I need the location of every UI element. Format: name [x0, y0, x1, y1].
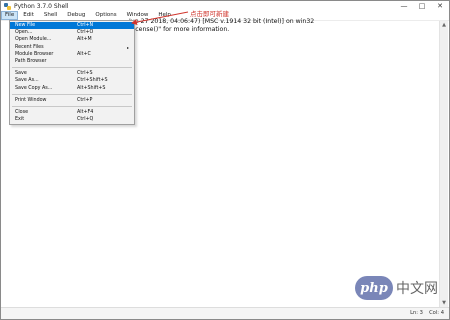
menu-item-label: Save — [15, 71, 27, 77]
menu-shell[interactable]: Shell — [39, 11, 62, 20]
menu-item-label: Print Window — [15, 97, 47, 103]
scroll-down-icon[interactable]: ▼ — [441, 300, 447, 306]
menu-item-label: Open... — [15, 30, 33, 36]
close-button[interactable]: ✕ — [431, 1, 449, 11]
column-number: Col: 4 — [429, 310, 444, 316]
menu-item-save[interactable]: Save Ctrl+S — [10, 70, 134, 77]
file-menu-dropdown: New File Ctrl+N Open... Ctrl+O Open Modu… — [9, 20, 135, 126]
minimize-button[interactable]: — — [395, 1, 413, 11]
menu-separator — [12, 93, 132, 95]
menu-edit[interactable]: Edit — [18, 11, 39, 20]
line-number: Ln: 3 — [410, 310, 423, 316]
menu-item-label: Path Browser — [15, 58, 47, 64]
watermark-text: 中文网 — [396, 281, 438, 297]
menu-item-module-browser[interactable]: Module Browser Alt+C — [10, 51, 134, 58]
menu-item-shortcut: Ctrl+O — [77, 30, 94, 36]
menu-debug[interactable]: Debug — [62, 11, 90, 20]
menu-item-label: Exit — [15, 117, 25, 123]
menu-item-label: Save Copy As... — [15, 85, 53, 91]
menu-item-open[interactable]: Open... Ctrl+O — [10, 29, 134, 36]
menu-item-shortcut: Alt+C — [77, 51, 91, 57]
php-watermark: php 中文网 — [355, 276, 438, 300]
menu-item-shortcut: Alt+M — [77, 37, 92, 43]
menu-item-label: Recent Files — [15, 44, 44, 50]
menu-item-shortcut: Ctrl+Q — [77, 117, 94, 123]
menu-item-save-copy-as[interactable]: Save Copy As... Alt+Shift+S — [10, 85, 134, 92]
menu-item-close[interactable]: Close Alt+F4 — [10, 109, 134, 116]
menu-file[interactable]: File — [1, 11, 19, 20]
menu-item-shortcut — [77, 44, 134, 51]
annotation-label: 点击即可新建 — [190, 10, 229, 18]
menu-item-shortcut: Alt+Shift+S — [77, 85, 106, 91]
menu-options[interactable]: Options — [90, 11, 121, 20]
shell-line-2: "license()" for more information. — [129, 26, 230, 33]
menu-separator — [12, 67, 132, 69]
menu-item-print-window[interactable]: Print Window Ctrl+P — [10, 97, 134, 104]
menu-item-save-as[interactable]: Save As... Ctrl+Shift+S — [10, 77, 134, 84]
php-logo: php — [355, 276, 393, 300]
scroll-up-icon[interactable]: ▲ — [441, 22, 447, 28]
shell-output[interactable]: Jun 27 2018, 04:06:47) [MSC v.1914 32 bi… — [129, 18, 314, 34]
menu-item-label: New File — [15, 23, 36, 28]
menu-item-shortcut: Ctrl+P — [77, 97, 93, 103]
status-bar: Ln: 3 Col: 4 — [1, 307, 449, 319]
menu-item-shortcut — [77, 58, 134, 65]
menu-item-shortcut: Ctrl+Shift+S — [77, 78, 108, 84]
menu-item-exit[interactable]: Exit Ctrl+Q — [10, 116, 134, 123]
menu-item-shortcut: Ctrl+S — [77, 71, 93, 77]
menu-item-label: Open Module... — [15, 37, 52, 43]
menu-item-path-browser[interactable]: Path Browser — [10, 58, 134, 65]
maximize-button[interactable]: □ — [413, 1, 431, 11]
menu-separator — [12, 105, 132, 107]
menu-item-label: Save As... — [15, 78, 39, 84]
menu-item-shortcut: Ctrl+N — [77, 23, 94, 28]
shell-line-1: Jun 27 2018, 04:06:47) [MSC v.1914 32 bi… — [129, 18, 315, 25]
menu-item-recent-files[interactable]: Recent Files ▸ — [10, 44, 134, 51]
menu-item-label: Module Browser — [15, 51, 54, 57]
menu-item-shortcut: Alt+F4 — [77, 109, 94, 115]
menu-item-open-module[interactable]: Open Module... Alt+M — [10, 36, 134, 43]
vertical-scrollbar[interactable]: ▲ ▼ — [439, 21, 448, 307]
menu-item-new-file[interactable]: New File Ctrl+N — [10, 22, 134, 30]
submenu-arrow-icon: ▸ — [126, 44, 129, 50]
python-icon — [4, 2, 11, 10]
menu-item-label: Close — [15, 109, 29, 115]
